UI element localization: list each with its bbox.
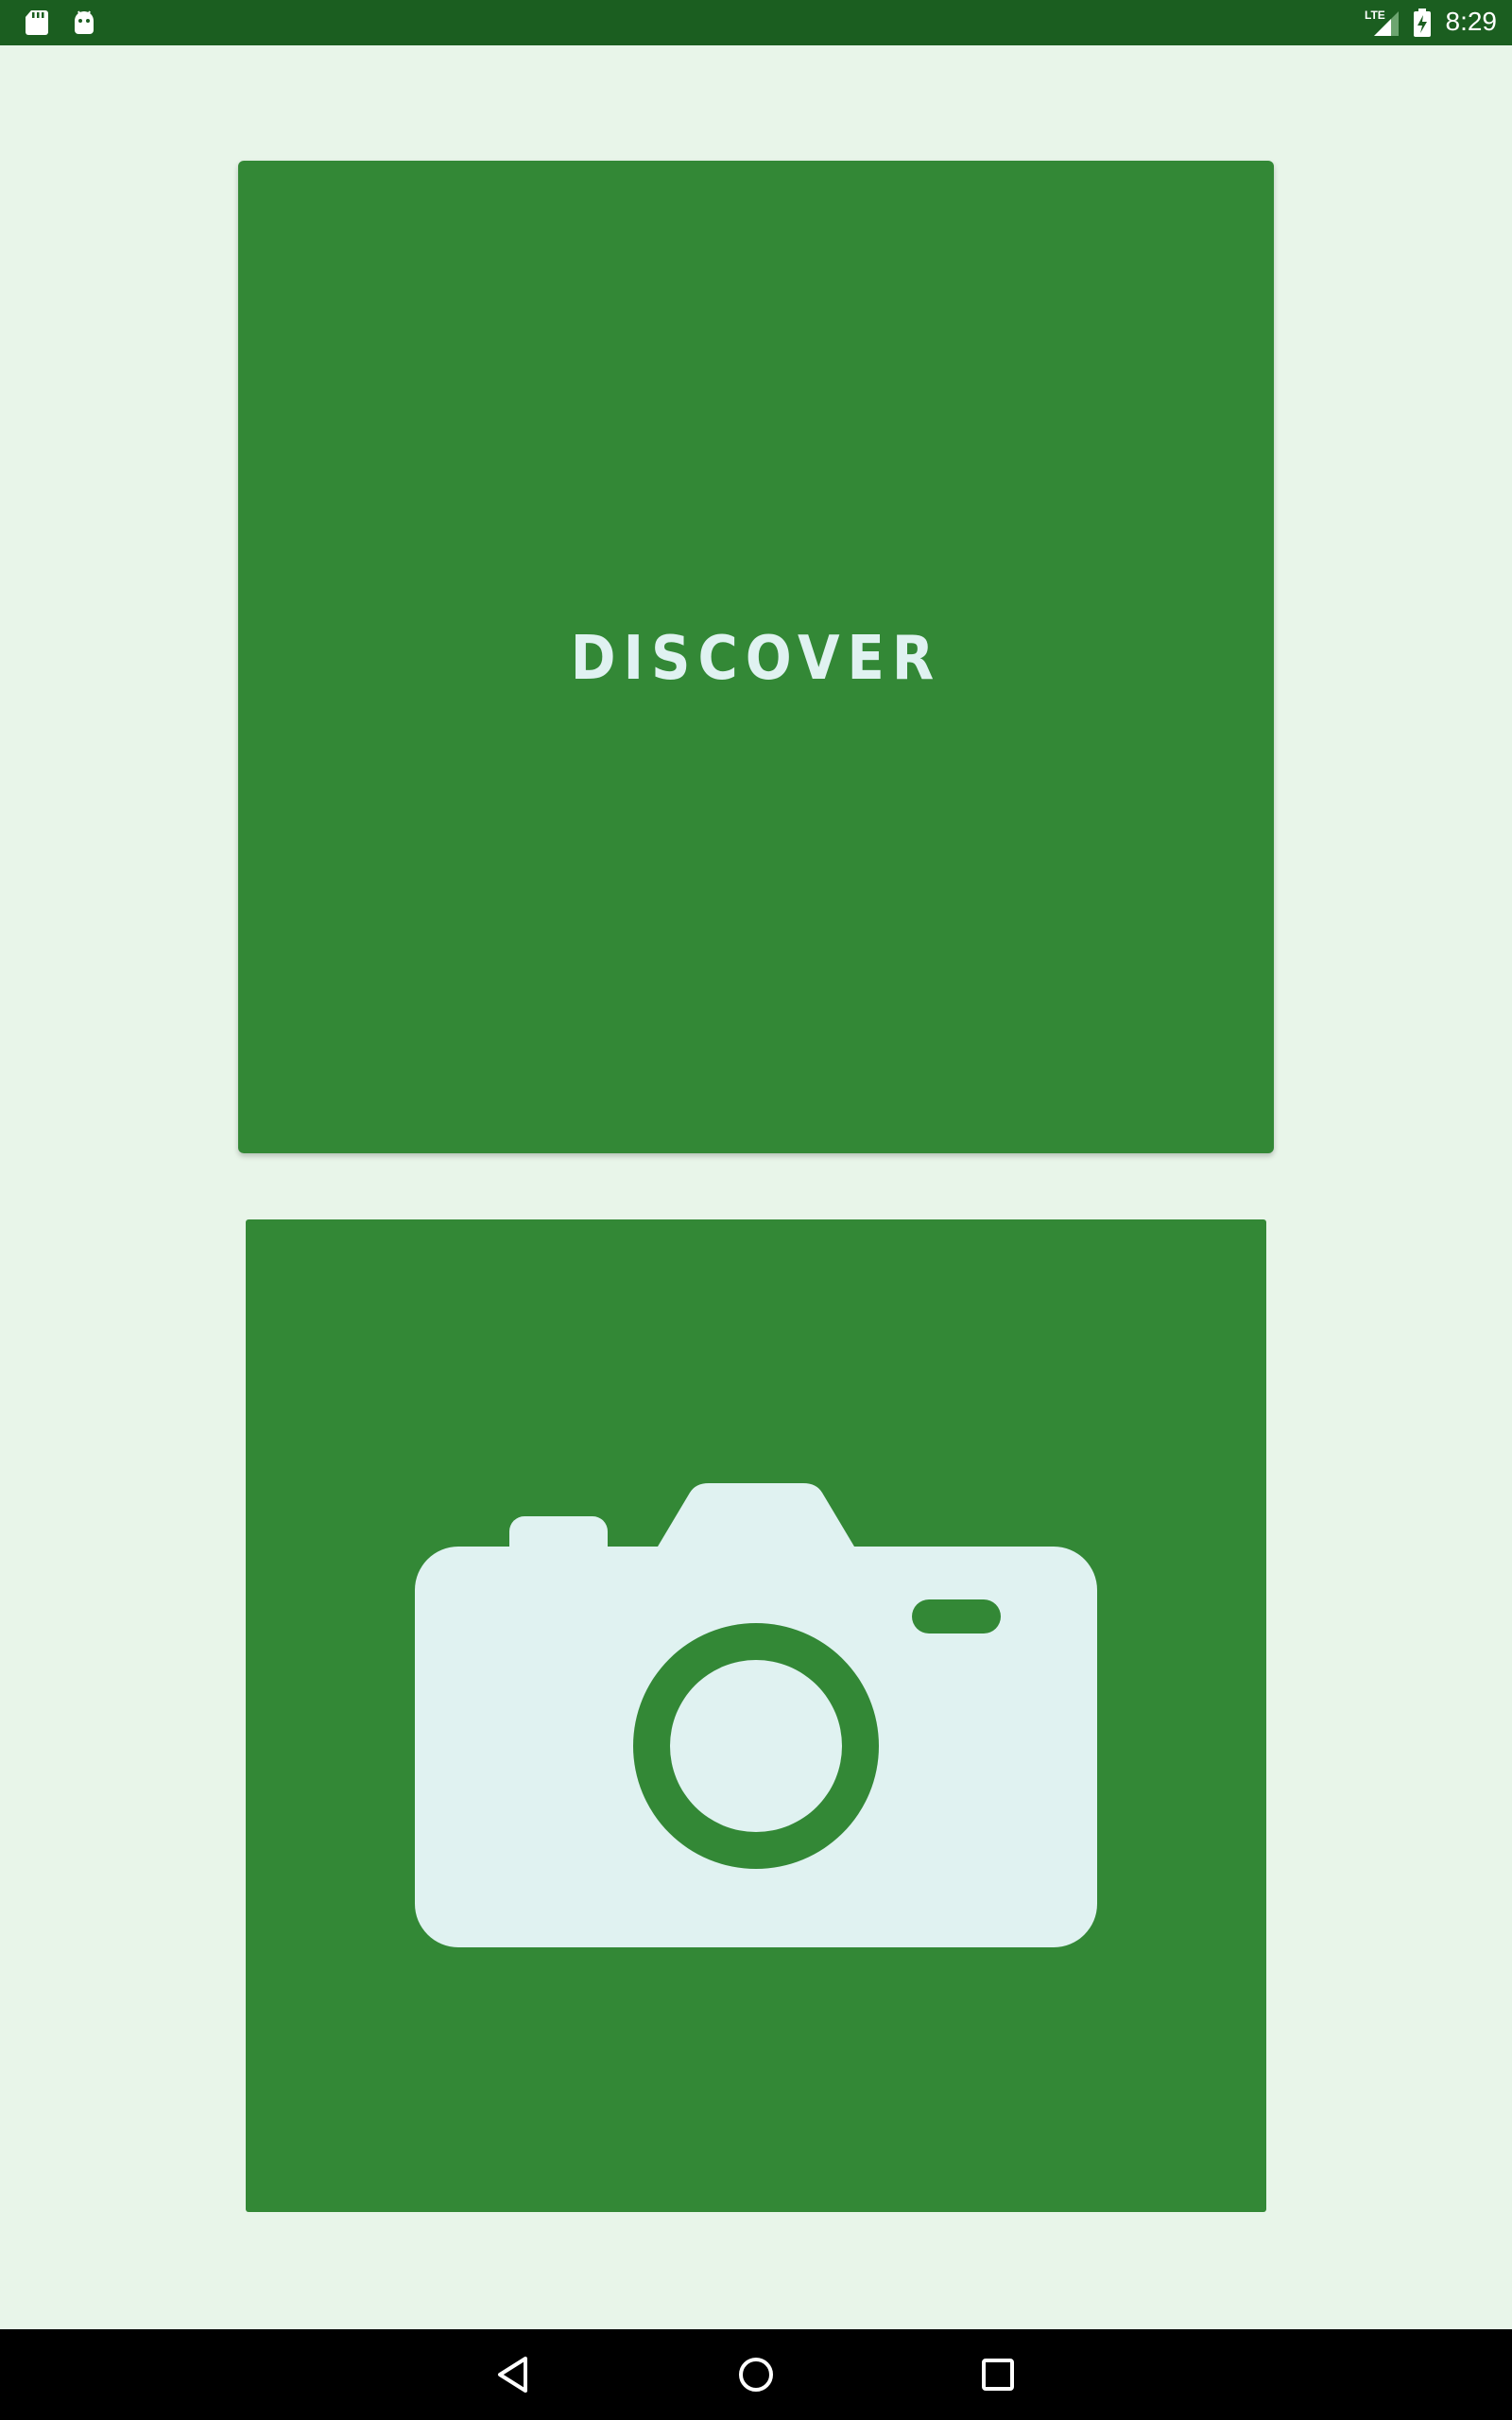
discover-label: DISCOVER (570, 624, 942, 694)
recents-icon[interactable] (970, 2346, 1026, 2403)
android-debug-icon (70, 8, 98, 38)
battery-charging-icon (1412, 8, 1433, 38)
discover-button[interactable]: DISCOVER (238, 161, 1274, 1153)
camera-icon (415, 1483, 1097, 1947)
navigation-bar (0, 2329, 1512, 2420)
lte-label: LTE (1365, 9, 1385, 22)
lte-signal-icon: LTE (1363, 6, 1400, 40)
sd-card-icon (23, 8, 51, 38)
home-icon[interactable] (728, 2346, 784, 2403)
back-icon[interactable] (486, 2346, 542, 2403)
status-time: 8:29 (1445, 7, 1498, 36)
camera-button[interactable] (246, 1219, 1266, 2212)
status-bar: LTE 8:29 (0, 0, 1512, 45)
